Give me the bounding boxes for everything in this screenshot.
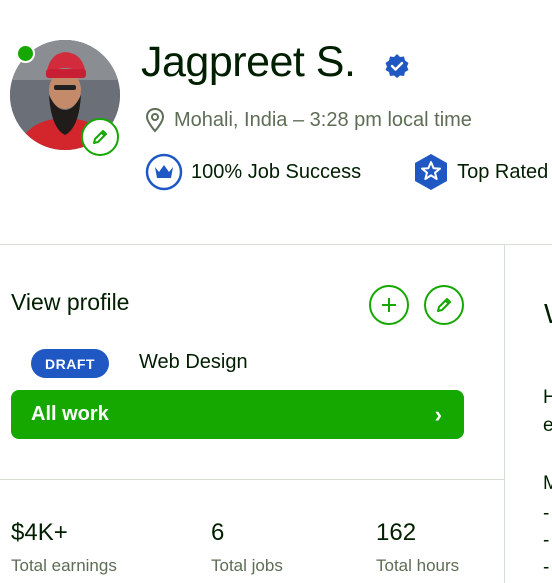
stat-label: Total earnings (11, 556, 117, 575)
stat-total-jobs: 6 (211, 519, 224, 547)
job-success-badge: 100% Job Success (145, 153, 361, 191)
edit-photo-button[interactable] (81, 118, 119, 156)
plus-icon (382, 298, 396, 312)
right-panel-list-fragment: - (543, 530, 550, 551)
stat-value: 6 (211, 519, 225, 546)
all-work-label: All work (31, 403, 109, 425)
specialized-profile-web-design[interactable]: Web Design (139, 351, 248, 374)
top-rated-label: Top Rated (457, 160, 549, 183)
top-rated-badge: Top Rated (413, 153, 548, 191)
location-pin-icon (145, 107, 165, 133)
right-panel-list-fragment: - (543, 503, 550, 524)
profile-badges: 100% Job Success Top Rated (145, 152, 548, 192)
right-panel-title-fragment: W (544, 298, 552, 330)
location-text: Mohali, India – 3:28 pm local time (174, 108, 472, 131)
right-panel-list-fragment: - (543, 557, 550, 578)
draft-badge: DRAFT (31, 349, 109, 378)
add-profile-button[interactable] (369, 285, 409, 325)
profile-name: Jagpreet S. (141, 38, 356, 86)
stats-divider (0, 479, 504, 480)
right-panel-text-fragment: M (543, 473, 552, 494)
stat-value: 162 (376, 519, 417, 546)
all-work-button[interactable]: All work › (11, 390, 464, 439)
pencil-icon (437, 298, 451, 312)
edit-profile-button[interactable] (424, 285, 464, 325)
location-row: Mohali, India – 3:28 pm local time (145, 106, 472, 134)
stat-total-hours: 162 (376, 519, 416, 547)
header-divider (0, 244, 552, 245)
verified-icon (384, 53, 410, 79)
crown-icon (145, 153, 183, 191)
pencil-icon (93, 130, 107, 144)
star-badge-icon (415, 154, 448, 190)
job-success-label: 100% Job Success (191, 160, 362, 183)
chevron-right-icon: › (434, 401, 442, 427)
online-status-dot (16, 44, 35, 63)
stat-label: Total jobs (211, 556, 283, 575)
right-panel-text-fragment: e (543, 415, 552, 436)
view-profile-heading: View profile (11, 289, 130, 315)
right-panel-text-fragment: H (543, 387, 552, 408)
stat-label: Total hours (376, 556, 460, 575)
stat-total-earnings: $4K+ (11, 519, 68, 547)
stat-value: $4K+ (11, 519, 68, 546)
column-divider (504, 244, 505, 583)
